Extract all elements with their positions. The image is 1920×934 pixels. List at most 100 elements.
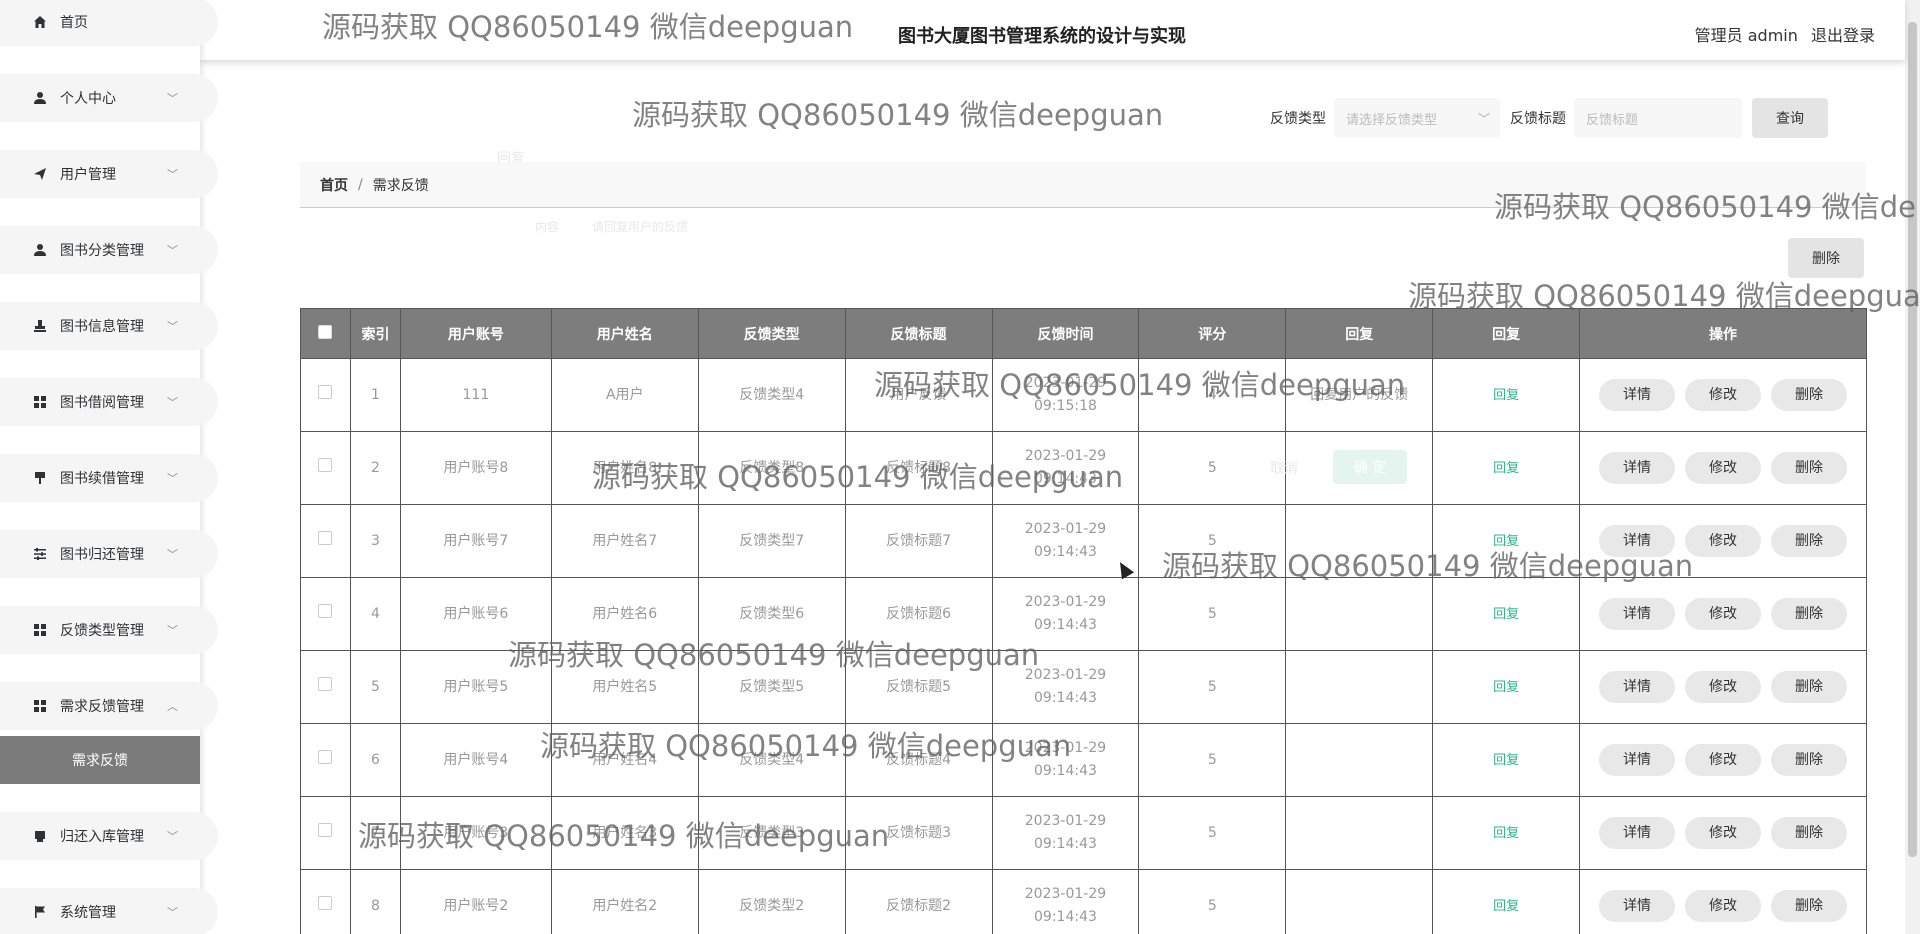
table-row: 7 用户账号3 用户姓名3 反馈类型3 反馈标题3 2023-01-29 09:14:43… <box>300 796 1867 870</box>
sidebar-item-feedback-type[interactable]: 反馈类型管理 ﹀ <box>0 606 218 654</box>
edit-button[interactable]: 修改 <box>1685 525 1762 557</box>
reply-link[interactable]: 回复 <box>1493 388 1519 403</box>
edit-button[interactable]: 修改 <box>1685 890 1762 922</box>
delete-button[interactable]: 删除 <box>1771 890 1848 922</box>
time-cell: 2023-01-29 09:14:43 <box>991 650 1140 724</box>
sidebar-item-label: 首页 <box>60 15 88 31</box>
row-checkbox[interactable] <box>318 895 333 910</box>
edit-button[interactable]: 修改 <box>1685 817 1762 849</box>
sidebar-item-return-storage[interactable]: 归还入库管理 ﹀ <box>0 812 218 860</box>
logout-button[interactable]: 退出登录 <box>1811 26 1875 45</box>
reply-link-cell: 回复 <box>1432 577 1581 651</box>
reply-link-cell: 回复 <box>1432 504 1581 578</box>
detail-button[interactable]: 详情 <box>1599 671 1676 703</box>
delete-button[interactable]: 删除 <box>1771 598 1848 630</box>
account-cell: 用户账号3 <box>399 796 552 870</box>
name-cell: 用户姓名7 <box>550 504 699 578</box>
edit-button[interactable]: 修改 <box>1685 379 1762 411</box>
column-header: 操作 <box>1579 308 1867 359</box>
feedback-title-input[interactable]: 反馈标题 <box>1574 98 1742 138</box>
account-cell: 用户账号5 <box>399 650 552 724</box>
row-checkbox[interactable] <box>318 749 333 764</box>
delete-button[interactable]: 删除 <box>1771 379 1848 411</box>
detail-button[interactable]: 详情 <box>1599 890 1676 922</box>
delete-button[interactable]: 删除 <box>1771 817 1848 849</box>
chevron-down-icon: ﹀ <box>167 906 178 919</box>
scrollbar-thumb[interactable] <box>1908 22 1917 857</box>
feedback-type-label: 反馈类型 <box>1270 111 1326 127</box>
account-cell: 用户账号4 <box>399 723 552 797</box>
sidebar-item-feedback[interactable]: 需求反馈管理 ︿ <box>0 682 218 730</box>
name-cell: 用户姓名4 <box>550 723 699 797</box>
reply-link-cell: 回复 <box>1432 869 1581 934</box>
edit-button[interactable]: 修改 <box>1685 598 1762 630</box>
reply-link[interactable]: 回复 <box>1493 680 1519 695</box>
batch-delete-button[interactable]: 删除 <box>1788 238 1864 278</box>
delete-button[interactable]: 删除 <box>1771 452 1848 484</box>
sidebar-item-borrow[interactable]: 图书借阅管理 ﹀ <box>0 378 218 426</box>
detail-button[interactable]: 详情 <box>1599 525 1676 557</box>
breadcrumb-home[interactable]: 首页 <box>320 175 348 195</box>
edit-button[interactable]: 修改 <box>1685 671 1762 703</box>
delete-button[interactable]: 删除 <box>1771 671 1848 703</box>
row-checkbox[interactable] <box>318 603 333 618</box>
reply-link[interactable]: 回复 <box>1493 534 1519 549</box>
sidebar-item-label: 图书信息管理 <box>60 319 144 335</box>
title-cell: 反馈标题7 <box>844 504 993 578</box>
score-cell: 5 <box>1138 577 1287 651</box>
sidebar-item-book-category[interactable]: 图书分类管理 ﹀ <box>0 226 218 274</box>
account-cell: 用户账号2 <box>399 869 552 934</box>
reply-link[interactable]: 回复 <box>1493 607 1519 622</box>
table-row: 3 用户账号7 用户姓名7 反馈类型7 反馈标题7 2023-01-29 09:14:43… <box>300 504 1867 578</box>
reply-content-cell <box>1285 431 1434 505</box>
detail-button[interactable]: 详情 <box>1599 598 1676 630</box>
chevron-up-icon: ︿ <box>167 700 178 713</box>
title-cell: 反馈标题8 <box>844 431 993 505</box>
sidebar-item-user-management[interactable]: 用户管理 ﹀ <box>0 150 218 198</box>
detail-button[interactable]: 详情 <box>1599 452 1676 484</box>
vertical-scrollbar[interactable] <box>1905 0 1920 934</box>
select-all-checkbox[interactable] <box>318 324 333 339</box>
index-cell: 7 <box>349 796 401 870</box>
edit-button[interactable]: 修改 <box>1685 452 1762 484</box>
detail-button[interactable]: 详情 <box>1599 817 1676 849</box>
sidebar-item-system[interactable]: 系统管理 ﹀ <box>0 888 218 934</box>
row-checkbox[interactable] <box>318 822 333 837</box>
sidebar-item-renew[interactable]: 图书续借管理 ﹀ <box>0 454 218 502</box>
sidebar-item-return[interactable]: 图书归还管理 ﹀ <box>0 530 218 578</box>
row-checkbox[interactable] <box>318 530 333 545</box>
column-header: 评分 <box>1138 308 1287 359</box>
row-checkbox[interactable] <box>318 457 333 472</box>
sidebar-item-book-info[interactable]: 图书信息管理 ﹀ <box>0 302 218 350</box>
row-checkbox[interactable] <box>318 384 333 399</box>
type-cell: 反馈类型6 <box>697 577 846 651</box>
row-select-cell <box>300 577 351 651</box>
column-header: 回复 <box>1285 308 1434 359</box>
sidebar-item-personal-center[interactable]: 个人中心 ﹀ <box>0 74 218 122</box>
row-select-cell <box>300 431 351 505</box>
sidebar-item-home[interactable]: 首页 <box>0 0 218 46</box>
score-cell: 5 <box>1138 869 1287 934</box>
edit-button[interactable]: 修改 <box>1685 744 1762 776</box>
feedback-type-select[interactable]: 请选择反馈类型 ﹀ <box>1334 98 1500 138</box>
row-checkbox[interactable] <box>318 676 333 691</box>
table-row: 8 用户账号2 用户姓名2 反馈类型2 反馈标题2 2023-01-29 09:14:43… <box>300 869 1867 934</box>
reply-link[interactable]: 回复 <box>1493 461 1519 476</box>
app-root: 首页 个人中心 ﹀ 用户管理 ﹀ 图书分类管理 ﹀ 图书信息管理 ﹀ 图书借阅管… <box>0 0 1920 934</box>
actions-cell: 详情 修改 删除 <box>1579 869 1867 934</box>
title-cell: 用户反馈 <box>844 358 993 432</box>
delete-button[interactable]: 删除 <box>1771 525 1848 557</box>
query-button[interactable]: 查询 <box>1752 98 1828 138</box>
name-cell: 用户姓名6 <box>550 577 699 651</box>
reply-link[interactable]: 回复 <box>1493 899 1519 914</box>
reply-content-cell <box>1285 723 1434 797</box>
submenu-item-feedback[interactable]: 需求反馈 <box>0 736 200 784</box>
account-cell: 用户账号7 <box>399 504 552 578</box>
detail-button[interactable]: 详情 <box>1599 379 1676 411</box>
detail-button[interactable]: 详情 <box>1599 744 1676 776</box>
reply-link[interactable]: 回复 <box>1493 753 1519 768</box>
reply-link-cell: 回复 <box>1432 431 1581 505</box>
reply-link[interactable]: 回复 <box>1493 826 1519 841</box>
ghost-placeholder: 请回复用户的反馈 <box>592 220 689 234</box>
delete-button[interactable]: 删除 <box>1771 744 1848 776</box>
